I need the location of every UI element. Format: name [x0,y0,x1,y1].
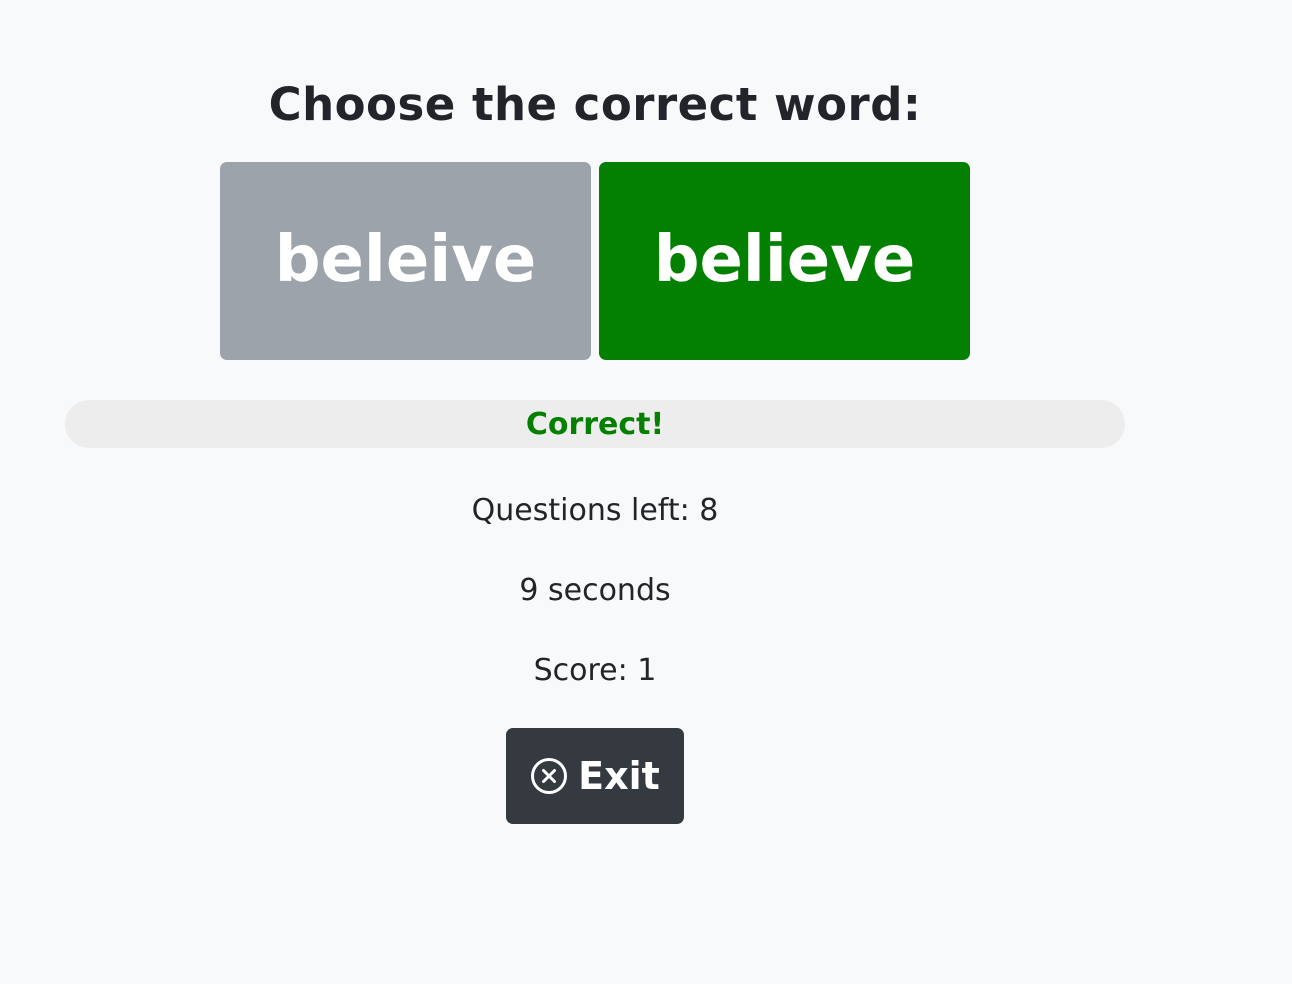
close-circle-icon [530,757,568,795]
choice-label: beleive [274,223,537,297]
choice-button-beleive[interactable]: beleive [220,162,591,360]
exit-label: Exit [578,754,660,798]
quiz-page: Choose the correct word: beleive believe… [0,0,1292,984]
score-text: Score: 1 [533,653,657,688]
feedback-message: Correct! [525,406,665,442]
choice-label: believe [653,223,916,297]
choice-button-believe[interactable]: believe [599,162,970,360]
page-title: Choose the correct word: [268,78,922,131]
feedback-bar: Correct! [65,400,1125,448]
exit-button[interactable]: Exit [506,728,684,824]
timer-text: 9 seconds [519,573,671,608]
questions-left-text: Questions left: 8 [471,493,719,528]
